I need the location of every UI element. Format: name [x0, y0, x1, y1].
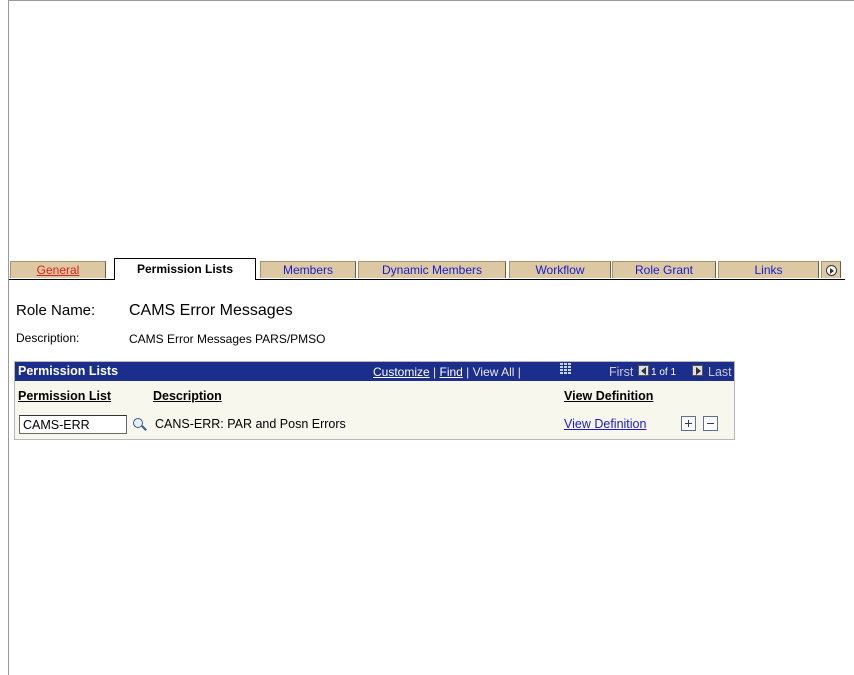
tab-links[interactable]: Links — [718, 261, 819, 278]
nav-separator: | — [462, 365, 473, 379]
next-row-icon[interactable] — [692, 365, 703, 376]
delete-row-button[interactable] — [703, 416, 718, 431]
grid-title: Permission Lists — [18, 364, 119, 378]
tab-bar: General Permission Lists Members Dynamic… — [9, 258, 845, 280]
tab-general[interactable]: General — [10, 261, 106, 278]
download-grid-icon[interactable] — [560, 363, 573, 375]
chevron-right-icon — [825, 264, 837, 276]
permission-description: CANS-ERR: PAR and Posn Errors — [155, 417, 346, 431]
tab-dynamic-members[interactable]: Dynamic Members — [358, 261, 506, 278]
nav-separator: | — [429, 365, 440, 379]
view-definition-link[interactable]: View Definition — [564, 417, 646, 431]
view-all-link[interactable]: View All — [473, 365, 515, 379]
permission-list-input[interactable] — [19, 415, 127, 434]
col-header-description[interactable]: Description — [153, 389, 222, 403]
customize-link[interactable]: Customize — [373, 365, 430, 379]
nav-separator: | — [514, 365, 521, 379]
col-header-view-definition: View Definition — [564, 389, 654, 403]
lookup-magnifier-icon[interactable] — [132, 417, 147, 432]
tab-workflow[interactable]: Workflow — [509, 261, 611, 278]
tab-members[interactable]: Members — [260, 261, 356, 278]
tab-scroll-right-button[interactable] — [821, 261, 841, 278]
grid-nav: Customize | Find | View All | — [373, 365, 521, 379]
last-label[interactable]: Last — [708, 365, 732, 379]
col-header-permission-list[interactable]: Permission List — [18, 389, 111, 403]
previous-row-icon[interactable] — [638, 365, 649, 376]
row-count: 1 of 1 — [651, 367, 677, 378]
description-value: CAMS Error Messages PARS/PMSO — [129, 332, 326, 346]
find-link[interactable]: Find — [439, 365, 462, 379]
tab-permission-lists[interactable]: Permission Lists — [114, 258, 256, 280]
role-name-label: Role Name: — [16, 302, 96, 319]
grid-header: Permission Lists Customize | Find | View… — [15, 362, 734, 381]
description-label: Description: — [16, 331, 80, 345]
permission-lists-grid: Permission Lists Customize | Find | View… — [14, 361, 735, 440]
add-row-button[interactable] — [681, 416, 696, 431]
role-name-value: CAMS Error Messages — [129, 302, 293, 319]
tab-role-grant[interactable]: Role Grant — [612, 261, 716, 278]
first-label[interactable]: First — [609, 365, 633, 379]
